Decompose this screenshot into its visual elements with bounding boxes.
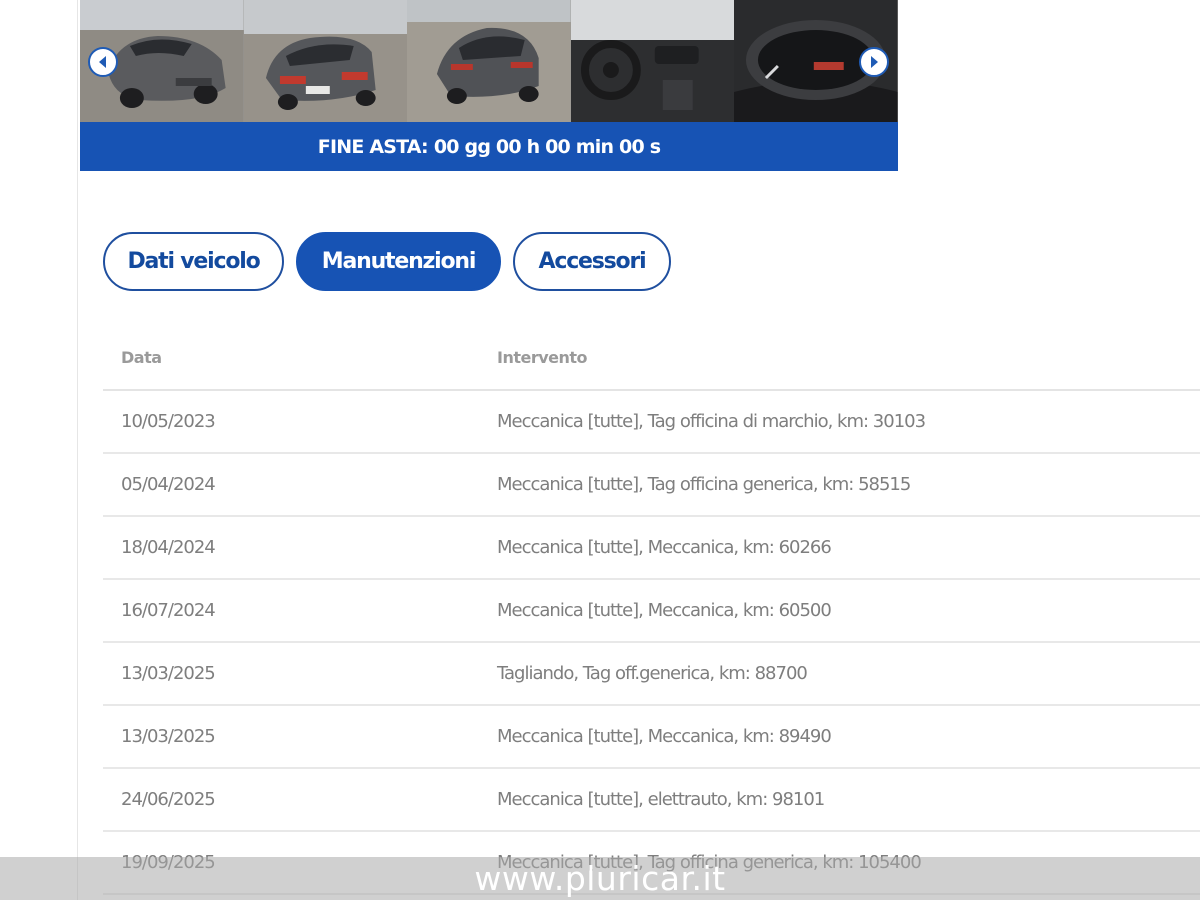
row-intervento: Meccanica [tutte], Meccanica, km: 89490 xyxy=(497,726,832,747)
row-date: 13/03/2025 xyxy=(121,726,216,747)
countdown-label: FINE ASTA: xyxy=(317,135,429,158)
row-intervento: Meccanica [tutte], elettrauto, km: 98101 xyxy=(497,789,825,810)
column-header-data: Data xyxy=(121,347,162,367)
table-row: 16/07/2024 Meccanica [tutte], Meccanica,… xyxy=(103,580,1200,643)
column-header-intervento: Intervento xyxy=(497,347,588,367)
tab-dati-veicolo[interactable]: Dati veicolo xyxy=(103,232,284,291)
gallery-photo-3[interactable] xyxy=(407,0,571,122)
table-header-row: Data Intervento xyxy=(103,325,1200,391)
countdown-value: 00 gg 00 h 00 min 00 s xyxy=(433,135,661,158)
row-intervento: Meccanica [tutte], Tag officina generica… xyxy=(497,474,911,495)
row-date: 18/04/2024 xyxy=(121,537,216,558)
photo-gallery xyxy=(80,0,898,122)
maintenance-table: Data Intervento 10/05/2023 Meccanica [tu… xyxy=(103,325,1200,895)
tab-accessori[interactable]: Accessori xyxy=(513,232,671,291)
table-row: 05/04/2024 Meccanica [tutte], Tag offici… xyxy=(103,454,1200,517)
page-left-border xyxy=(77,0,78,900)
watermark-text: www.pluricar.it xyxy=(474,859,726,898)
row-date: 10/05/2023 xyxy=(121,411,216,432)
gallery-next-button[interactable] xyxy=(859,47,889,77)
row-intervento: Tagliando, Tag off.generica, km: 88700 xyxy=(497,663,808,684)
row-date: 13/03/2025 xyxy=(121,663,216,684)
chevron-right-icon xyxy=(871,56,878,68)
gallery-photo-4[interactable] xyxy=(570,0,735,122)
table-row: 18/04/2024 Meccanica [tutte], Meccanica,… xyxy=(103,517,1200,580)
row-date: 16/07/2024 xyxy=(121,600,216,621)
auction-countdown-bar: FINE ASTA: 00 gg 00 h 00 min 00 s xyxy=(80,122,898,171)
chevron-left-icon xyxy=(99,56,106,68)
row-intervento: Meccanica [tutte], Tag officina di march… xyxy=(497,411,926,432)
row-date: 05/04/2024 xyxy=(121,474,216,495)
table-row: 13/03/2025 Tagliando, Tag off.generica, … xyxy=(103,643,1200,706)
table-row: 10/05/2023 Meccanica [tutte], Tag offici… xyxy=(103,391,1200,454)
row-date: 24/06/2025 xyxy=(121,789,216,810)
row-intervento: Meccanica [tutte], Meccanica, km: 60266 xyxy=(497,537,832,558)
gallery-prev-button[interactable] xyxy=(88,47,118,77)
gallery-photo-2[interactable] xyxy=(243,0,408,122)
watermark-band: www.pluricar.it xyxy=(0,857,1200,900)
table-row: 24/06/2025 Meccanica [tutte], elettrauto… xyxy=(103,769,1200,832)
row-intervento: Meccanica [tutte], Meccanica, km: 60500 xyxy=(497,600,832,621)
detail-tabs: Dati veicolo Manutenzioni Accessori xyxy=(103,232,671,291)
tab-manutenzioni[interactable]: Manutenzioni xyxy=(296,232,501,291)
table-row: 13/03/2025 Meccanica [tutte], Meccanica,… xyxy=(103,706,1200,769)
